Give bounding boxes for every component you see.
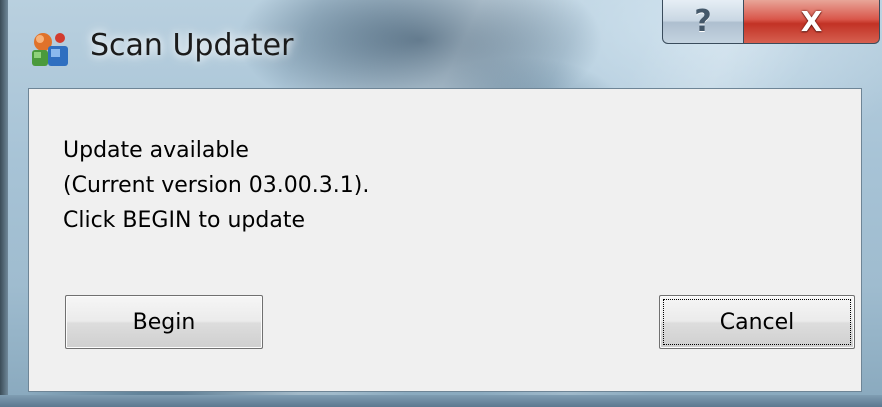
title-bar[interactable]: Scan Updater ? X	[0, 0, 882, 88]
close-icon: X	[800, 5, 823, 38]
message-line-update-available: Update available	[63, 138, 249, 163]
cancel-button[interactable]: Cancel	[659, 295, 855, 349]
dialog-window: Scan Updater ? X Update available (Curre…	[0, 0, 882, 407]
window-bottom-border	[0, 395, 882, 407]
dialog-client-area: Update available (Current version 03.00.…	[28, 88, 862, 392]
cancel-button-label: Cancel	[719, 309, 795, 335]
update-message: Update available (Current version 03.00.…	[63, 133, 369, 238]
caption-buttons: ? X	[662, 0, 880, 46]
close-button[interactable]: X	[744, 0, 880, 44]
help-button[interactable]: ?	[662, 0, 744, 44]
begin-button[interactable]: Begin	[65, 295, 263, 349]
message-line-instruction: Click BEGIN to update	[63, 208, 305, 233]
window-title: Scan Updater	[90, 28, 294, 63]
scan-updater-app-icon	[32, 33, 68, 66]
message-line-current-version: (Current version 03.00.3.1).	[63, 173, 370, 198]
begin-button-label: Begin	[132, 309, 196, 335]
help-icon: ?	[694, 4, 712, 39]
